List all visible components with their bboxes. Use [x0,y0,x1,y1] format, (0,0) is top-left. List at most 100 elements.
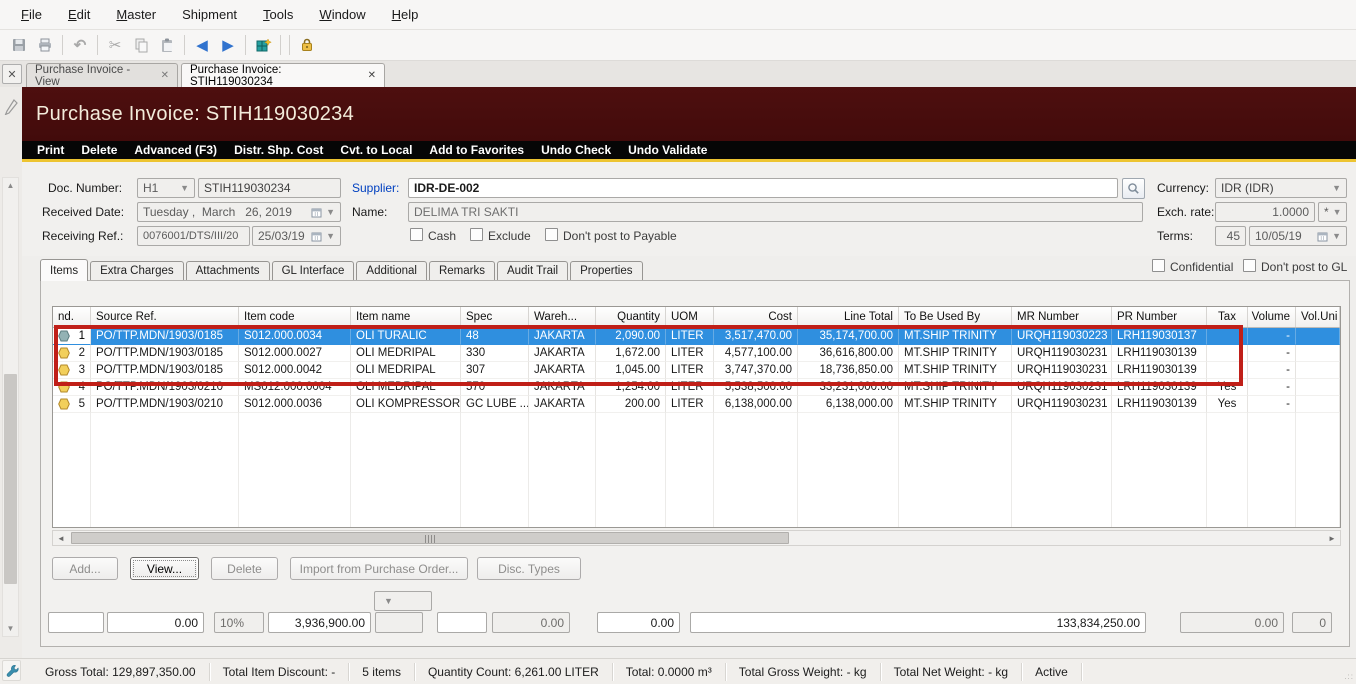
tools-button[interactable] [2,660,21,681]
table-row[interactable]: 5PO/TTP.MDN/1903/0210S012.000.0036OLI KO… [53,396,1340,413]
tab-additional[interactable]: Additional [356,261,427,281]
doc-number-field[interactable]: STIH119030234 [198,178,341,198]
column-header-vol-uni[interactable]: Vol.Uni [1296,307,1340,327]
action-add-to-favorites[interactable]: Add to Favorites [429,143,524,157]
import-from-po-button[interactable]: Import from Purchase Order... [290,557,468,580]
doc-tab-purchase-invoice-active[interactable]: Purchase Invoice: STIH119030234 ✕ [181,63,385,87]
horizontal-scrollbar-thumb[interactable] [71,532,789,544]
vertical-scrollbar-thumb[interactable] [4,374,17,584]
supplier-search-button[interactable] [1122,178,1145,199]
table-row[interactable]: 3PO/TTP.MDN/1903/0185S012.000.0042OLI ME… [53,362,1340,379]
lock-button[interactable] [294,33,320,57]
exclude-checkbox[interactable] [470,228,483,241]
receiving-ref-field[interactable]: 0076001/DTS/III/20 [137,226,250,246]
supplier-field[interactable]: IDR-DE-002 [408,178,1118,198]
close-icon[interactable]: ✕ [161,70,169,81]
receiving-date-field[interactable]: 25/03/19▼ [252,226,341,246]
scroll-left-icon[interactable]: ◄ [53,531,69,545]
table-row[interactable]: 2PO/TTP.MDN/1903/0185S012.000.0027OLI ME… [53,345,1340,362]
horizontal-scrollbar[interactable]: ◄ ► [52,530,1341,546]
total-shipping-field[interactable]: 0.00 [1180,612,1284,633]
terms-date-field[interactable]: 10/05/19▼ [1249,226,1347,246]
save-button[interactable] [6,33,32,57]
report-design-button[interactable] [250,33,276,57]
column-header-item-code[interactable]: Item code [239,307,351,327]
action-distr-shp-cost[interactable]: Distr. Shp. Cost [234,143,323,157]
menu-shipment[interactable]: Shipment [169,2,250,27]
menu-help[interactable]: Help [379,2,432,27]
column-header-volume[interactable]: Volume [1248,307,1296,327]
resize-grip[interactable]: .:: [1344,672,1354,681]
net-total-field[interactable]: 133,834,250.00 [690,612,1146,633]
table-row[interactable]: 4PO/TTP.MDN/1903/0210MS012.000.0004OLI M… [53,379,1340,396]
view-button[interactable]: View... [130,557,199,580]
tax-type-combo[interactable]: ▼ [374,591,432,611]
column-header-quantity[interactable]: Quantity [596,307,666,327]
copy-button[interactable] [128,33,154,57]
action-print[interactable]: Print [37,143,64,157]
tab-extra-charges[interactable]: Extra Charges [90,261,184,281]
tab-gl-interface[interactable]: GL Interface [272,261,355,281]
delete-button[interactable]: Delete [211,557,278,580]
tax-extra-field[interactable] [375,612,423,633]
dont-post-gl-checkbox[interactable] [1243,259,1256,272]
scroll-right-icon[interactable]: ► [1324,531,1340,545]
pph22-value-field[interactable]: 0.00 [492,612,570,633]
doc-tab-purchase-invoice-view[interactable]: Purchase Invoice - View ✕ [26,63,178,87]
tax-rate-field[interactable]: 10% [214,612,264,633]
menu-edit[interactable]: Edit [55,2,103,27]
tab-items[interactable]: Items [40,259,88,281]
column-header-pr-number[interactable]: PR Number [1112,307,1207,327]
column-header-wareh[interactable]: Wareh... [529,307,596,327]
exch-rate-field[interactable]: 1.0000 [1215,202,1315,222]
menu-tools[interactable]: Tools [250,2,306,27]
items-table[interactable]: nd.Source Ref.Item codeItem nameSpecWare… [52,306,1341,528]
menu-master[interactable]: Master [103,2,169,27]
add-button[interactable]: Add... [52,557,118,580]
column-header-nd[interactable]: nd. [53,307,91,327]
column-header-spec[interactable]: Spec [461,307,529,327]
received-date-field[interactable]: Tuesday , March 26, 2019▼ [137,202,341,222]
tab-audit-trail[interactable]: Audit Trail [497,261,568,281]
table-row[interactable]: 1PO/TTP.MDN/1903/0185S012.000.0034OLI TU… [53,328,1340,345]
close-icon[interactable]: ✕ [368,70,376,81]
column-header-uom[interactable]: UOM [666,307,714,327]
pph22-type-field[interactable] [437,612,487,633]
tax-value-field[interactable]: 3,936,900.00 [268,612,371,633]
menu-file[interactable]: File [8,2,55,27]
confidential-checkbox[interactable] [1152,259,1165,272]
currency-combo[interactable]: IDR (IDR)▼ [1215,178,1347,198]
cut-button[interactable]: ✂ [102,33,128,57]
forward-button[interactable]: ▶ [215,33,241,57]
exch-mode-combo[interactable]: *▼ [1318,202,1347,222]
tab-attachments[interactable]: Attachments [186,261,270,281]
action-delete[interactable]: Delete [81,143,117,157]
menu-window[interactable]: Window [306,2,378,27]
scroll-up-icon[interactable]: ▲ [3,178,18,193]
action-undo-check[interactable]: Undo Check [541,143,611,157]
disc-types-button[interactable]: Disc. Types [477,557,581,580]
pack-field[interactable]: 0 [1292,612,1332,633]
action-cvt-to-local[interactable]: Cvt. to Local [340,143,412,157]
supplier-label[interactable]: Supplier: [352,181,399,195]
column-header-mr-number[interactable]: MR Number [1012,307,1112,327]
tab-remarks[interactable]: Remarks [429,261,495,281]
vertical-scrollbar[interactable]: ▲ ▼ [2,177,19,637]
action-advanced-f3[interactable]: Advanced (F3) [134,143,217,157]
action-undo-validate[interactable]: Undo Validate [628,143,707,157]
column-header-source-ref[interactable]: Source Ref. [91,307,239,327]
cash-checkbox[interactable] [410,228,423,241]
undo-button[interactable]: ↶ [67,33,93,57]
print-button[interactable] [32,33,58,57]
dont-post-payable-checkbox[interactable] [545,228,558,241]
supplier-name-field[interactable]: DELIMA TRI SAKTI [408,202,1143,222]
discount-value-field[interactable]: 0.00 [107,612,204,633]
back-button[interactable]: ◀ [189,33,215,57]
paste-button[interactable] [154,33,180,57]
column-header-item-name[interactable]: Item name [351,307,461,327]
column-header-tax[interactable]: Tax [1207,307,1248,327]
column-header-line-total[interactable]: Line Total [798,307,899,327]
scroll-down-icon[interactable]: ▼ [3,621,18,636]
luxury-tax-field[interactable]: 0.00 [597,612,680,633]
tab-properties[interactable]: Properties [570,261,642,281]
